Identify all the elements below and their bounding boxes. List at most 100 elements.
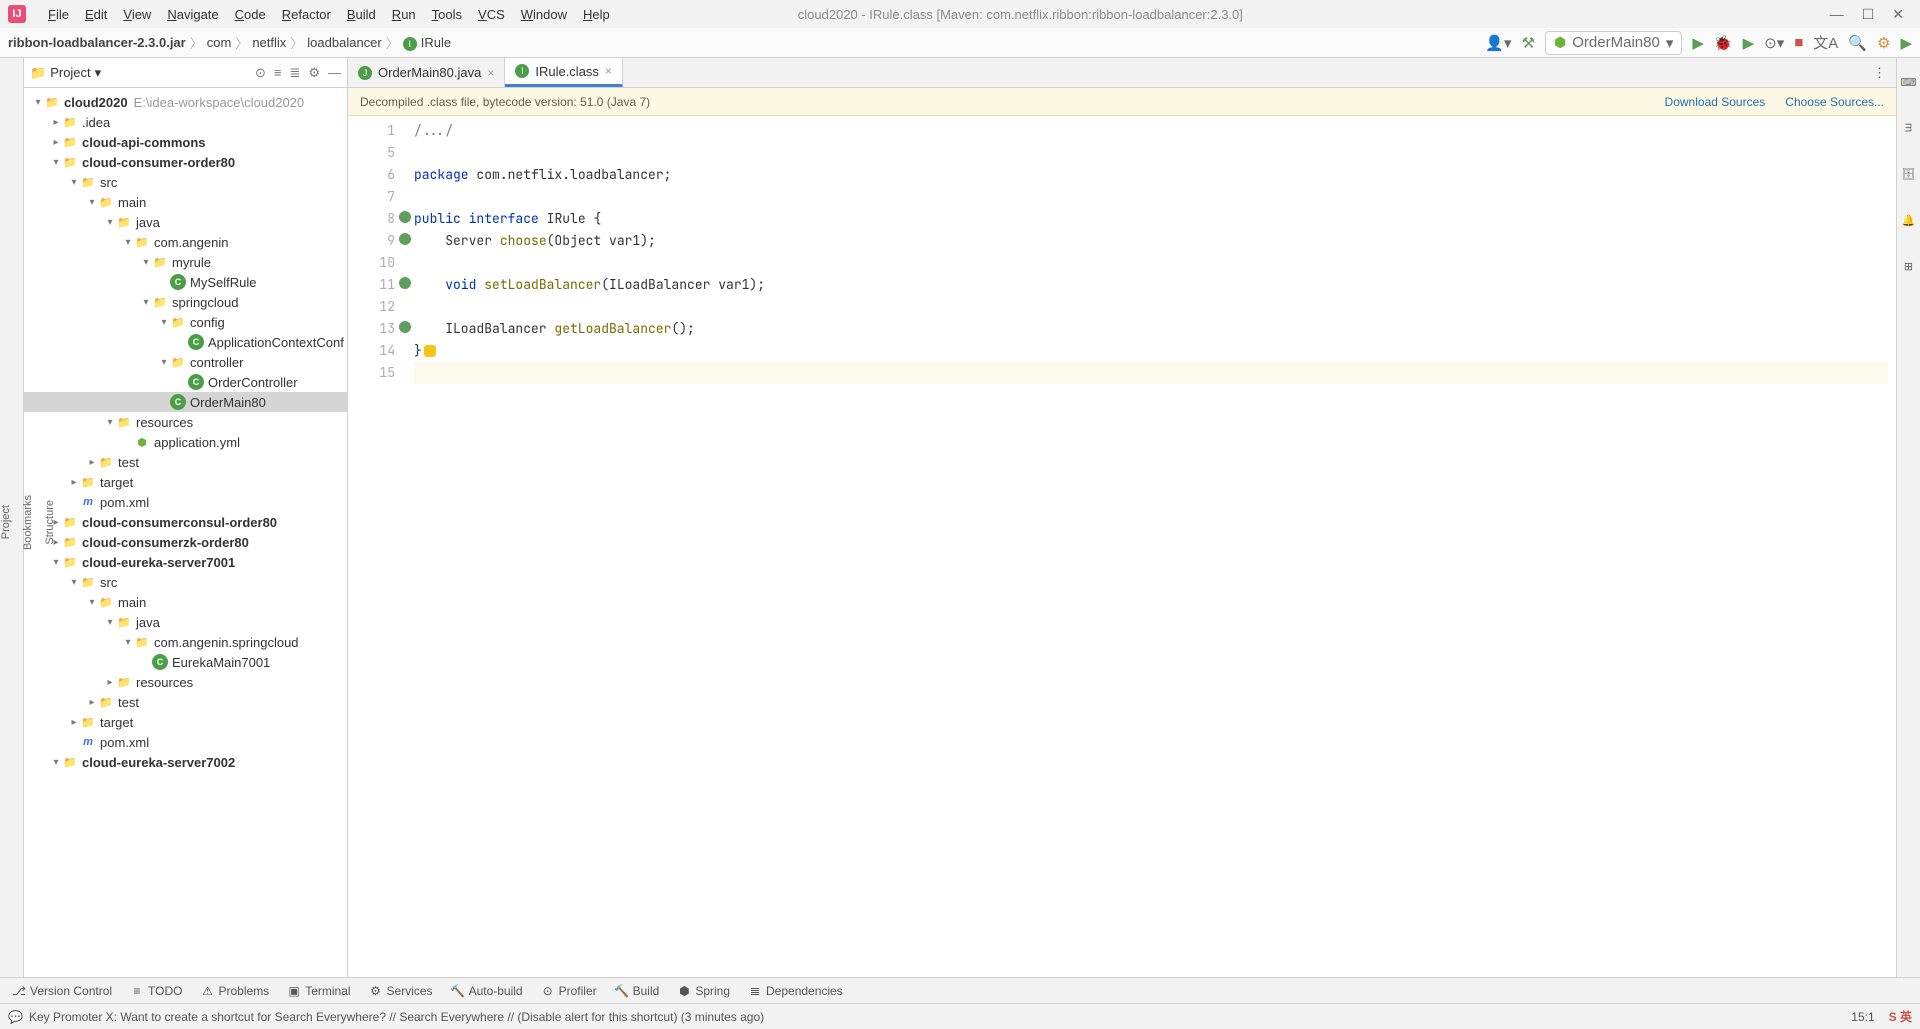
tree-item[interactable]: ▸📁.idea (24, 112, 347, 132)
expand-arrow-icon[interactable]: ▾ (104, 417, 116, 428)
toolwindow-auto-build[interactable]: 🔨Auto-build (451, 984, 523, 998)
search-icon[interactable]: 🔍 (1848, 34, 1867, 52)
tabs-more-icon[interactable]: ⋮ (1863, 65, 1896, 81)
expand-arrow-icon[interactable]: ▸ (86, 457, 98, 468)
menu-window[interactable]: Window (513, 3, 575, 26)
editor-tab[interactable]: IIRule.class× (505, 58, 623, 87)
user-icon[interactable]: 👤▾ (1485, 34, 1511, 52)
breadcrumb-item[interactable]: netflix (252, 35, 286, 50)
tree-item[interactable]: ▾📁java (24, 212, 347, 232)
code-line[interactable] (414, 362, 1888, 384)
tree-item[interactable]: ▸📁cloud-consumerzk-order80 (24, 532, 347, 552)
code-line[interactable]: ILoadBalancer getLoadBalancer(); (414, 318, 1888, 340)
tree-item[interactable]: ▾📁cloud-consumer-order80 (24, 152, 347, 172)
expand-arrow-icon[interactable]: ▾ (158, 317, 170, 328)
expand-arrow-icon[interactable]: ▾ (104, 217, 116, 228)
expand-arrow-icon[interactable]: ▾ (68, 177, 80, 188)
stop-icon[interactable]: ■ (1794, 34, 1803, 51)
translate-icon[interactable]: 文A (1813, 32, 1838, 53)
tree-item[interactable]: ▸📁cloud-api-commons (24, 132, 347, 152)
caret-position[interactable]: 15:1 (1851, 1010, 1874, 1024)
breadcrumb-item[interactable]: com (207, 35, 232, 50)
menu-help[interactable]: Help (575, 3, 618, 26)
tree-item[interactable]: ▸📁test (24, 692, 347, 712)
tree-item[interactable]: ▾📁com.angenin (24, 232, 347, 252)
breadcrumb-item[interactable]: ribbon-loadbalancer-2.3.0.jar (8, 35, 186, 50)
toolwindow-dependencies[interactable]: ≣Dependencies (748, 984, 843, 998)
breadcrumb-item[interactable]: loadbalancer (307, 35, 381, 50)
expand-arrow-icon[interactable]: ▾ (50, 757, 62, 768)
code-line[interactable] (414, 186, 1888, 208)
close-icon[interactable]: ✕ (1892, 6, 1904, 23)
tree-item[interactable]: ▸📁target (24, 712, 347, 732)
close-tab-icon[interactable]: × (605, 64, 612, 78)
right-strip-database[interactable]: 🗄 (1902, 158, 1915, 188)
menu-build[interactable]: Build (339, 3, 384, 26)
message-icon[interactable]: 💬 (8, 1010, 23, 1024)
editor-tab[interactable]: JOrderMain80.java× (348, 58, 505, 87)
expand-arrow-icon[interactable]: ▸ (104, 677, 116, 688)
tree-item[interactable]: COrderController (24, 372, 347, 392)
expand-arrow-icon[interactable]: ▸ (86, 697, 98, 708)
menu-vcs[interactable]: VCS (470, 3, 513, 26)
expand-arrow-icon[interactable]: ▾ (86, 197, 98, 208)
banner-link[interactable]: Download Sources (1665, 95, 1766, 109)
update-icon[interactable]: ⚙ (1877, 34, 1890, 52)
tree-item[interactable]: ▾📁java (24, 612, 347, 632)
tree-item[interactable]: ▾📁controller (24, 352, 347, 372)
code-line[interactable] (414, 296, 1888, 318)
menu-edit[interactable]: Edit (77, 3, 115, 26)
hide-icon[interactable]: — (328, 65, 341, 81)
toolwindow-services[interactable]: ⚙Services (369, 984, 433, 998)
expand-arrow-icon[interactable]: ▸ (68, 477, 80, 488)
expand-arrow-icon[interactable]: ▾ (140, 257, 152, 268)
close-tab-icon[interactable]: × (487, 66, 494, 80)
tree-item[interactable]: ⬢application.yml (24, 432, 347, 452)
project-label[interactable]: 📁 Project ▾ (30, 65, 101, 81)
toolwindow-todo[interactable]: ≡TODO (130, 984, 182, 998)
right-strip-hierarchy[interactable]: ⊞ (1902, 254, 1915, 279)
tree-item[interactable]: ▾📁src (24, 172, 347, 192)
left-strip-bookmarks[interactable]: Bookmarks (22, 487, 34, 558)
menu-refactor[interactable]: Refactor (274, 3, 339, 26)
code-content[interactable]: /.../ package com.netflix.loadbalancer; … (406, 116, 1896, 977)
tree-item[interactable]: COrderMain80 (24, 392, 347, 412)
menu-navigate[interactable]: Navigate (159, 3, 226, 26)
left-strip-project[interactable]: Project (0, 497, 12, 547)
tree-item[interactable]: ▾📁main (24, 592, 347, 612)
run-anything-icon[interactable]: ▶ (1900, 34, 1912, 52)
tree-item[interactable]: mpom.xml (24, 732, 347, 752)
tree-item[interactable]: ▾📁com.angenin.springcloud (24, 632, 347, 652)
code-line[interactable]: /.../ (414, 120, 1888, 142)
expand-arrow-icon[interactable]: ▾ (68, 577, 80, 588)
toolwindow-version-control[interactable]: ⎇Version Control (12, 984, 112, 998)
menu-code[interactable]: Code (227, 3, 274, 26)
expand-all-icon[interactable]: ≡ (274, 65, 282, 81)
menu-tools[interactable]: Tools (424, 3, 470, 26)
minimize-icon[interactable]: — (1830, 6, 1844, 23)
tree-item[interactable]: ▾📁springcloud (24, 292, 347, 312)
expand-arrow-icon[interactable]: ▸ (50, 137, 62, 148)
tree-item[interactable]: ▸📁resources (24, 672, 347, 692)
tree-item[interactable]: ▾📁myrule (24, 252, 347, 272)
code-line[interactable]: public interface IRule { (414, 208, 1888, 230)
expand-arrow-icon[interactable]: ▾ (86, 597, 98, 608)
tree-item[interactable]: ▾📁cloud2020E:\idea-workspace\cloud2020 (24, 92, 347, 112)
implements-marker-icon[interactable] (399, 321, 411, 333)
tree-item[interactable]: ▸📁test (24, 452, 347, 472)
coverage-icon[interactable]: ▶ (1743, 34, 1755, 52)
tree-item[interactable]: CEurekaMain7001 (24, 652, 347, 672)
build-hammer-icon[interactable]: ⚒ (1522, 34, 1535, 52)
expand-arrow-icon[interactable]: ▾ (50, 557, 62, 568)
implements-marker-icon[interactable] (399, 211, 411, 223)
run-config-selector[interactable]: ⬢ OrderMain80 ▾ (1545, 31, 1682, 55)
tree-item[interactable]: ▾📁cloud-eureka-server7001 (24, 552, 347, 572)
expand-arrow-icon[interactable]: ▾ (122, 637, 134, 648)
tree-item[interactable]: ▾📁config (24, 312, 347, 332)
code-line[interactable]: Server choose(Object var1); (414, 230, 1888, 252)
expand-arrow-icon[interactable]: ▾ (50, 157, 62, 168)
code-line[interactable]: } (414, 340, 1888, 362)
debug-icon[interactable]: 🐞 (1714, 34, 1733, 52)
menu-view[interactable]: View (115, 3, 159, 26)
profile-icon[interactable]: ⊙▾ (1764, 34, 1784, 52)
